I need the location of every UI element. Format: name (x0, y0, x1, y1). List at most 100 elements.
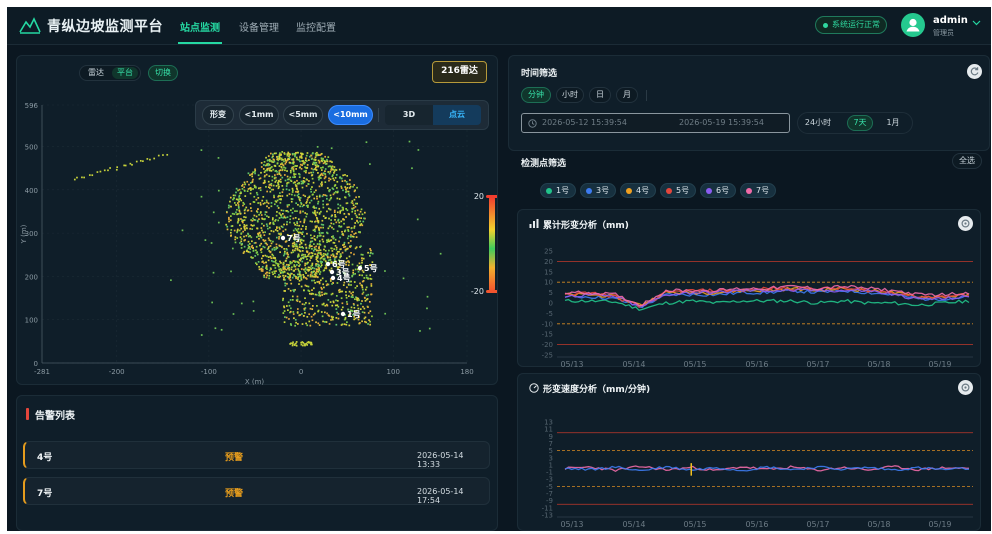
point-cloud-point (265, 242, 268, 245)
scan-radar-button[interactable]: 216雷达 (432, 61, 487, 83)
nav-tab-site-monitoring[interactable]: 站点监测 (180, 19, 220, 34)
point-cloud-point (286, 182, 288, 185)
point-chip-5[interactable]: 5号 (660, 183, 696, 198)
point-cloud-point (265, 173, 268, 176)
point-cloud-point (243, 181, 246, 184)
switch-button[interactable]: 切换 (148, 65, 178, 81)
point-cloud-point (262, 254, 264, 257)
point-cloud-point (294, 216, 297, 219)
nav-tab-monitor-config[interactable]: 监控配置 (296, 19, 336, 34)
point-cloud-point (367, 312, 370, 314)
point-cloud-point (228, 216, 230, 219)
point-cloud-point (296, 273, 299, 276)
point-cloud-point (275, 185, 278, 187)
quick-24h-button[interactable]: 24小时 (802, 115, 834, 131)
point-chip-4[interactable]: 4号 (620, 183, 656, 198)
point-cloud-point (252, 217, 254, 220)
unit-hour-button[interactable]: 小时 (556, 87, 584, 103)
point-cloud-point (270, 242, 273, 245)
point-chip-3[interactable]: 3号 (580, 183, 616, 198)
chevron-down-icon[interactable] (972, 20, 981, 26)
x-tick-label: 180 (460, 368, 473, 376)
point-chip-6[interactable]: 6号 (700, 183, 736, 198)
point-cloud-plot[interactable]: -281 -200 -100 0 100 1800100200300400500596X … (17, 95, 497, 385)
point-cloud-point (332, 241, 335, 244)
point-cloud-point (289, 279, 292, 281)
unit-month-button[interactable]: 月 (616, 87, 638, 103)
time-filter-title: 时间筛选 (521, 69, 558, 79)
point-cloud-point (288, 304, 291, 307)
chart2-settings-button[interactable] (958, 380, 973, 395)
point-cloud-point (286, 251, 289, 254)
cumulative-deformation-chart[interactable]: 25 20 15 10 5 0 -5 -10 -15 -20 -25 05/13 05/14 05/15 0… (517, 237, 981, 367)
active-tab-underline (178, 42, 222, 44)
chart1-settings-button[interactable] (958, 216, 973, 231)
point-cloud-point (314, 230, 316, 233)
point-cloud-point (226, 211, 228, 214)
point-cloud-point (258, 187, 260, 190)
unit-minute-button[interactable]: 分钟 (521, 87, 551, 103)
point-cloud-point (303, 170, 306, 173)
point-cloud-point (312, 287, 315, 290)
point-cloud-point (243, 225, 245, 228)
unit-day-button[interactable]: 日 (589, 87, 611, 103)
point-cloud-point (286, 153, 289, 155)
point-cloud-point (299, 205, 301, 208)
point-cloud-point (360, 302, 362, 305)
point-cloud-point (324, 170, 326, 173)
point-cloud-point (258, 268, 261, 271)
point-cloud-point (293, 245, 295, 248)
point-cloud-point (307, 183, 310, 185)
nav-tab-device-management[interactable]: 设备管理 (239, 19, 279, 34)
point-cloud-point (227, 206, 230, 209)
filter-lt5mm-button[interactable]: <5mm (283, 105, 323, 125)
point-cloud-point (354, 202, 357, 205)
view-pointcloud-button[interactable]: 点云 (433, 105, 481, 125)
point-cloud-point (230, 215, 232, 217)
point-cloud-point (267, 180, 270, 183)
select-all-button[interactable]: 全选 (952, 153, 982, 169)
point-cloud-point (340, 297, 343, 300)
point-cloud-point (301, 254, 303, 257)
point-cloud-point (356, 298, 358, 301)
point-chip-1[interactable]: 1号 (540, 183, 576, 198)
alert-item[interactable]: 7号 预警 2026-05-14 17:54 (23, 477, 490, 505)
point-cloud-point (96, 171, 99, 173)
radar-platform-toggle[interactable]: 雷达 平台 (79, 65, 141, 81)
point-cloud-point (283, 223, 285, 226)
point-cloud-point (264, 174, 266, 177)
quick-1m-button[interactable]: 1月 (880, 115, 906, 131)
point-cloud-point (327, 171, 330, 173)
point-cloud-point (267, 159, 270, 162)
alert-item[interactable]: 4号 预警 2026-05-14 13:33 (23, 441, 490, 469)
point-cloud-point (260, 227, 263, 229)
date-range-input[interactable]: 2026-05-12 15:39:54 2026-05-19 15:39:54 (521, 113, 790, 133)
point-cloud-point (296, 308, 299, 310)
point-cloud-point (317, 154, 320, 156)
quick-7d-button[interactable]: 7天 (847, 115, 873, 131)
point-cloud-point (275, 236, 278, 239)
point-cloud-point (344, 245, 347, 248)
point-cloud-point (338, 240, 340, 243)
deformation-label-button[interactable]: 形变 (202, 105, 234, 125)
point-cloud-point (232, 313, 235, 315)
point-cloud-point (361, 259, 363, 262)
point-chip-7[interactable]: 7号 (740, 183, 776, 198)
point-cloud-point (270, 268, 272, 270)
x-tick-label: 05/19 (928, 520, 951, 529)
point-cloud-point (244, 229, 246, 231)
refresh-button[interactable] (967, 64, 982, 79)
point-cloud-point (237, 189, 239, 192)
point-cloud-point (291, 152, 294, 155)
point-cloud-point (347, 190, 350, 193)
filter-lt1mm-button[interactable]: <1mm (239, 105, 279, 125)
filter-lt10mm-button[interactable]: <10mm (328, 105, 373, 125)
point-cloud-point (370, 249, 372, 252)
point-cloud-point (296, 248, 299, 251)
user-avatar[interactable] (901, 13, 925, 37)
deformation-velocity-chart[interactable]: 131197531-1-3-5-7-9-11-1305/13 05/14 05/15… (517, 401, 981, 531)
view-3d-button[interactable]: 3D (385, 105, 433, 125)
point-cloud-point (327, 165, 330, 168)
point-cloud-point (240, 238, 243, 240)
point-cloud-point (345, 188, 347, 190)
